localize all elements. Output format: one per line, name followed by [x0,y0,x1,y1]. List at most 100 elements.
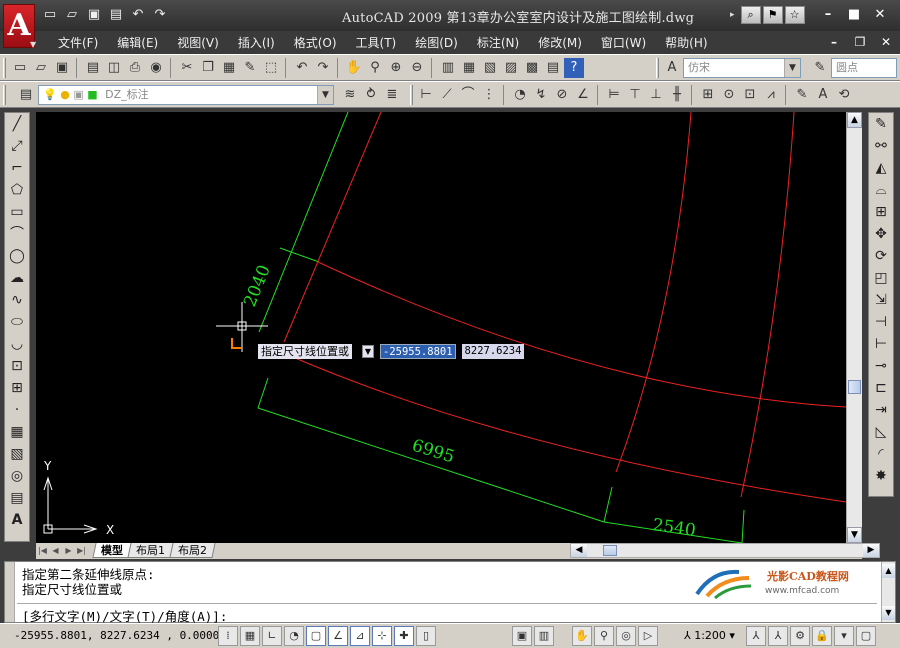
angular-dim-icon[interactable]: ∠ [573,85,593,105]
tab-layout2[interactable]: 布局2 [169,543,216,558]
communication-icon[interactable]: ⚑ [762,6,783,24]
dynamic-input-icon[interactable]: ⊹ [372,626,392,646]
line-icon[interactable]: ╱ [5,113,29,135]
layout-space-icon[interactable]: ▥ [534,626,554,646]
expand-arrow-icon[interactable]: ▸ [730,6,735,24]
zoom-icon[interactable]: ⚲ [594,626,614,646]
sheet-set-icon[interactable]: ▨ [501,58,521,78]
aligned-dim-icon[interactable]: ⟋ [437,85,457,105]
dynamic-input-y[interactable]: 8227.6234 [461,343,525,359]
properties-icon[interactable]: ▥ [438,58,458,78]
extend-icon[interactable]: ⊢ [869,333,893,355]
open-icon[interactable]: ▱ [31,58,51,78]
scroll-up-icon[interactable]: ▲ [882,564,895,578]
coordinate-readout[interactable]: -25955.8801, 8227.6234 , 0.0000 [14,629,219,642]
continue-dim-icon[interactable]: ⊥ [646,85,666,105]
plot-preview-icon[interactable]: ◫ [104,58,124,78]
layer-states-icon[interactable]: ≣ [382,85,402,105]
fillet-icon[interactable]: ◜ [869,443,893,465]
dim-text-edit-icon[interactable]: A [813,85,833,105]
ordinate-dim-icon[interactable]: ⋮ [479,85,499,105]
region-icon[interactable]: ◎ [5,465,29,487]
zoom-window-icon[interactable]: ⊕ [386,58,406,78]
dynamic-input-x[interactable]: -25955.8801 [380,343,456,359]
circle-icon[interactable]: ◯ [5,245,29,267]
copy-icon[interactable]: ❐ [198,58,218,78]
polyline-icon[interactable]: ⌐ [5,157,29,179]
polygon-icon[interactable]: ⬠ [5,179,29,201]
pan-icon[interactable]: ✋ [344,58,364,78]
gradient-icon[interactable]: ▧ [5,443,29,465]
menu-modify[interactable]: 修改(M) [530,34,590,52]
open-icon[interactable]: ▱ [62,6,82,24]
close-icon[interactable]: ✕ [870,6,890,24]
toolbar-grip[interactable] [3,85,6,105]
layer-previous-icon[interactable]: ⥁ [361,85,381,105]
join-icon[interactable]: ⇥ [869,399,893,421]
rotate-icon[interactable]: ⟳ [869,245,893,267]
offset-icon[interactable]: ⌓ [869,179,893,201]
menu-view[interactable]: 视图(V) [169,34,227,52]
plot-icon[interactable]: ▤ [83,58,103,78]
undo-icon[interactable]: ↶ [128,6,148,24]
array-icon[interactable]: ⊞ [869,201,893,223]
point-icon[interactable]: · [5,399,29,421]
menu-edit[interactable]: 编辑(E) [109,34,166,52]
design-center-icon[interactable]: ▦ [459,58,479,78]
zoom-realtime-icon[interactable]: ⚲ [365,58,385,78]
tool-palettes-icon[interactable]: ▧ [480,58,500,78]
prev-tab-icon[interactable]: ◀ [49,543,62,558]
ellipse-arc-icon[interactable]: ◡ [5,333,29,355]
copy-object-icon[interactable]: ⚯ [869,135,893,157]
explode-icon[interactable]: ✸ [869,465,893,487]
calculator-icon[interactable]: ▤ [543,58,563,78]
drawing-canvas[interactable]: 2040 6995 2540 Y X 指定尺寸线位置或 ▼ -25955.880… [36,112,846,543]
table-icon[interactable]: ▤ [5,487,29,509]
scroll-thumb[interactable] [603,545,617,556]
make-current-layer-icon[interactable]: ≋ [340,85,360,105]
dynamic-ucs-icon[interactable]: ⊿ [350,626,370,646]
hatch-icon[interactable]: ▦ [5,421,29,443]
baseline-dim-icon[interactable]: ⊤ [625,85,645,105]
workspace-icon[interactable]: ⚙ [790,626,810,646]
paste-icon[interactable]: ▦ [219,58,239,78]
showmotion-icon[interactable]: ▷ [638,626,658,646]
clean-screen-icon[interactable]: ▢ [856,626,876,646]
object-snap-icon[interactable]: ▢ [306,626,326,646]
make-block-icon[interactable]: ⊞ [5,377,29,399]
3d-dwf-icon[interactable]: ◉ [146,58,166,78]
quick-dim-icon[interactable]: ⊨ [604,85,624,105]
move-icon[interactable]: ✥ [869,223,893,245]
menu-draw[interactable]: 绘图(D) [407,34,466,52]
erase-icon[interactable]: ✎ [869,113,893,135]
construction-line-icon[interactable]: ⤢ [5,135,29,157]
match-properties-icon[interactable]: ✎ [240,58,260,78]
jogged-linear-icon[interactable]: ⩘ [761,85,781,105]
menu-help[interactable]: 帮助(H) [657,34,715,52]
toolbar-grip[interactable] [656,58,659,78]
vertical-scrollbar[interactable]: ▲ ▼ [846,112,862,543]
layer-manager-icon[interactable]: ▤ [16,85,36,105]
ortho-mode-icon[interactable]: ∟ [262,626,282,646]
linear-dim-icon[interactable]: ⊢ [416,85,436,105]
rectangle-icon[interactable]: ▭ [5,201,29,223]
favorites-icon[interactable]: ☆ [784,6,805,24]
new-icon[interactable]: ▭ [40,6,60,24]
print-icon[interactable]: ▤ [106,6,126,24]
tab-model[interactable]: 模型 [92,543,132,558]
last-tab-icon[interactable]: ▶| [75,543,88,558]
scroll-down-icon[interactable]: ▼ [847,527,862,543]
menu-insert[interactable]: 插入(I) [230,34,283,52]
redo-icon[interactable]: ↷ [150,6,170,24]
stretch-icon[interactable]: ⇲ [869,289,893,311]
binoculars-icon[interactable]: ⌕ [740,6,761,24]
save-icon[interactable]: ▣ [84,6,104,24]
annotation-scale[interactable]: ⅄ 1:200 ▾ [684,629,735,642]
scale-icon[interactable]: ◰ [869,267,893,289]
dim-edit-icon[interactable]: ✎ [792,85,812,105]
redo-icon[interactable]: ↷ [313,58,333,78]
auto-scale-icon[interactable]: ⅄ [768,626,788,646]
annotation-visibility-icon[interactable]: ⅄ [746,626,766,646]
dropdown-arrow-icon[interactable]: ▼ [362,344,374,358]
steering-wheel-icon[interactable]: ◎ [616,626,636,646]
